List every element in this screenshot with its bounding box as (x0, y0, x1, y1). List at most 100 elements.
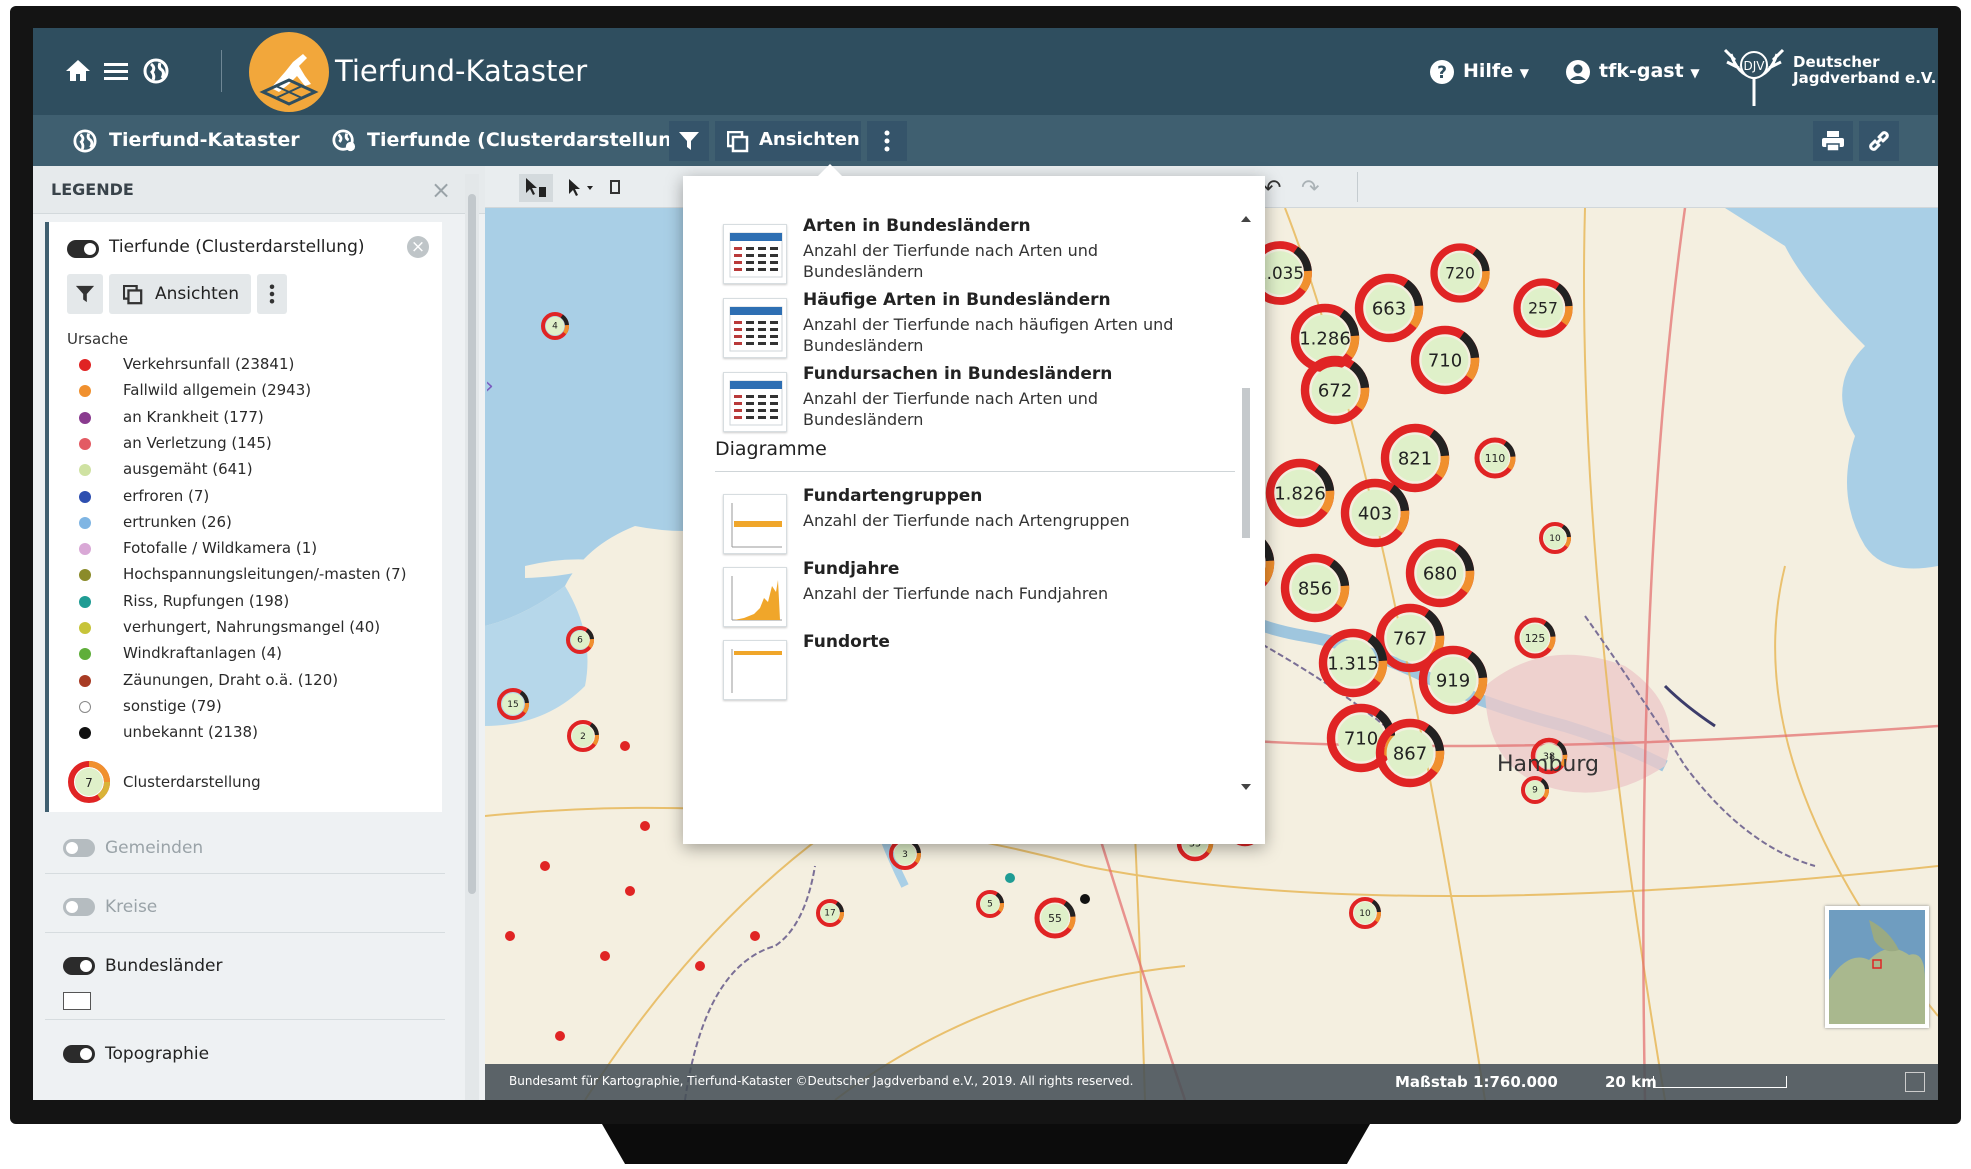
cluster-count: 720 (1445, 265, 1475, 283)
cluster-marker[interactable]: 10 (1349, 897, 1381, 929)
legend-swatch (79, 595, 91, 608)
more-options-button[interactable] (867, 121, 907, 161)
brand-line-1: Deutscher (1793, 53, 1880, 71)
cluster-count: 1.826 (1274, 484, 1326, 505)
cluster-marker[interactable]: 1.315 (1318, 628, 1388, 698)
overview-minimap[interactable] (1825, 906, 1929, 1028)
views-icon (123, 285, 143, 305)
cluster-marker[interactable]: 3 (889, 838, 921, 870)
menu-icon[interactable] (103, 60, 129, 87)
chart-view-icon (723, 567, 787, 627)
cluster-marker[interactable]: 403 (1340, 478, 1410, 548)
cluster-marker[interactable]: 720 (1430, 243, 1490, 303)
filter-button[interactable] (669, 121, 709, 161)
cluster-marker[interactable]: 110 (1474, 437, 1516, 479)
draw-tool-icon[interactable] (610, 180, 620, 194)
legend-item-label: erfroren (7) (123, 486, 210, 505)
cluster-marker[interactable]: 257 (1513, 278, 1573, 338)
cluster-marker[interactable]: 710 (1410, 325, 1480, 395)
redo-icon[interactable]: ↷ (1301, 176, 1319, 201)
cluster-marker[interactable]: 6 (566, 626, 594, 654)
info-cursor-tool[interactable] (519, 174, 553, 202)
cluster-marker[interactable]: 4 (541, 312, 569, 340)
dropdown-scrollbar[interactable] (1237, 208, 1255, 798)
cluster-count: 10 (1359, 909, 1371, 919)
cluster-marker[interactable]: 55 (1034, 897, 1076, 939)
charts-heading: Diagramme (715, 438, 1235, 472)
brand-name: Deutscher Jagdverband e.V. (1793, 54, 1936, 86)
view-chart-item[interactable]: Fundorte (723, 632, 1203, 718)
top-bar: Tierfund-Kataster ? Hilfe ▼ tfk-gast ▼ D… (33, 28, 1938, 115)
select-cursor-tool[interactable] (567, 178, 597, 202)
table-view-icon (723, 298, 787, 358)
cluster-count: 110 (1485, 452, 1506, 465)
layer-topographie: Topographie (45, 1028, 445, 1080)
remove-layer-icon[interactable]: × (407, 236, 429, 258)
cluster-marker[interactable]: 1.826 (1265, 458, 1335, 528)
cluster-marker[interactable]: 680 (1405, 538, 1475, 608)
scrollbar-thumb[interactable] (468, 194, 476, 894)
cluster-marker[interactable]: 821 (1380, 423, 1450, 493)
legend-item-label: an Verletzung (145) (123, 433, 272, 452)
cluster-marker[interactable]: 15 (497, 688, 529, 720)
cluster-count: 55 (1048, 912, 1062, 925)
globe-layers-icon (331, 129, 357, 158)
legend-item-label: Fotofalle / Wildkamera (1) (123, 539, 318, 558)
more-options-button[interactable] (257, 274, 287, 314)
cluster-label: Clusterdarstellung (123, 773, 261, 791)
layer-toggle[interactable] (63, 957, 95, 975)
legend-item-label: Windkraftanlagen (4) (123, 644, 282, 663)
cluster-marker[interactable]: 867 (1375, 718, 1445, 788)
filter-button[interactable] (67, 274, 103, 314)
breadcrumb-home[interactable]: Tierfund-Kataster (109, 129, 300, 151)
cluster-marker[interactable]: 125 (1514, 617, 1556, 659)
boundary-swatch (63, 992, 91, 1010)
share-link-button[interactable] (1859, 121, 1899, 161)
legend-scrollbar[interactable] (465, 174, 479, 1100)
cluster-marker[interactable]: 10 (1539, 522, 1571, 554)
scale-text: Maßstab 1:760.000 (1395, 1073, 1558, 1091)
cluster-marker[interactable]: 663 (1354, 273, 1424, 343)
views-button[interactable]: Ansichten (715, 121, 861, 161)
city-label-hamburg: Hamburg (1497, 752, 1599, 777)
cluster-fallwild-segment (997, 903, 1004, 913)
cluster-marker[interactable]: 672 (1300, 355, 1370, 425)
views-button[interactable]: Ansichten (109, 274, 251, 314)
cluster-marker[interactable]: 9 (1521, 776, 1549, 804)
user-icon[interactable] (1565, 59, 1591, 90)
legend-swatch (79, 411, 91, 424)
layer-toggle[interactable] (63, 1045, 95, 1063)
legend-swatch (79, 516, 91, 529)
legend-header: LEGENDE × (33, 166, 485, 214)
layer-label: Gemeinden (105, 838, 204, 858)
cluster-marker[interactable]: 2 (567, 720, 599, 752)
cluster-marker[interactable]: 5 (976, 890, 1004, 918)
view-title: Fundursachen in Bundesländern (803, 364, 1113, 384)
undo-icon[interactable]: ↶ (1263, 176, 1281, 201)
help-menu[interactable]: Hilfe ▼ (1463, 60, 1529, 82)
globe-icon[interactable] (143, 58, 169, 89)
cluster-count: 821 (1398, 449, 1432, 470)
print-button[interactable] (1813, 121, 1853, 161)
cluster-marker[interactable]: 856 (1280, 553, 1350, 623)
header-divider (221, 50, 222, 92)
collapse-arrow-icon[interactable]: › (485, 374, 494, 399)
view-description: Anzahl der Tierfunde nach häufigen Arten… (803, 315, 1174, 355)
cluster-layer-card: Tierfunde (Clusterdarstellung) × Ansicht… (45, 222, 442, 812)
layer-toggle[interactable] (63, 839, 95, 857)
help-icon[interactable]: ? (1429, 59, 1455, 90)
layer-toggle[interactable] (63, 898, 95, 916)
cluster-count: 663 (1372, 299, 1406, 320)
cluster-marker[interactable]: 17 (816, 899, 844, 927)
user-menu[interactable]: tfk-gast ▼ (1599, 60, 1700, 82)
table-view-icon (723, 372, 787, 432)
cluster-count: 6 (577, 636, 583, 646)
close-icon[interactable]: × (431, 176, 451, 204)
layer-bundeslaender: Bundesländer (45, 940, 445, 1020)
layer-toggle[interactable] (67, 240, 99, 258)
breadcrumb-layer[interactable]: Tierfunde (Clusterdarstellung) (367, 129, 694, 151)
kebab-icon (269, 284, 275, 304)
home-icon[interactable] (65, 58, 91, 87)
fullscreen-icon[interactable] (1905, 1072, 1925, 1092)
cluster-marker[interactable]: 919 (1418, 645, 1488, 715)
